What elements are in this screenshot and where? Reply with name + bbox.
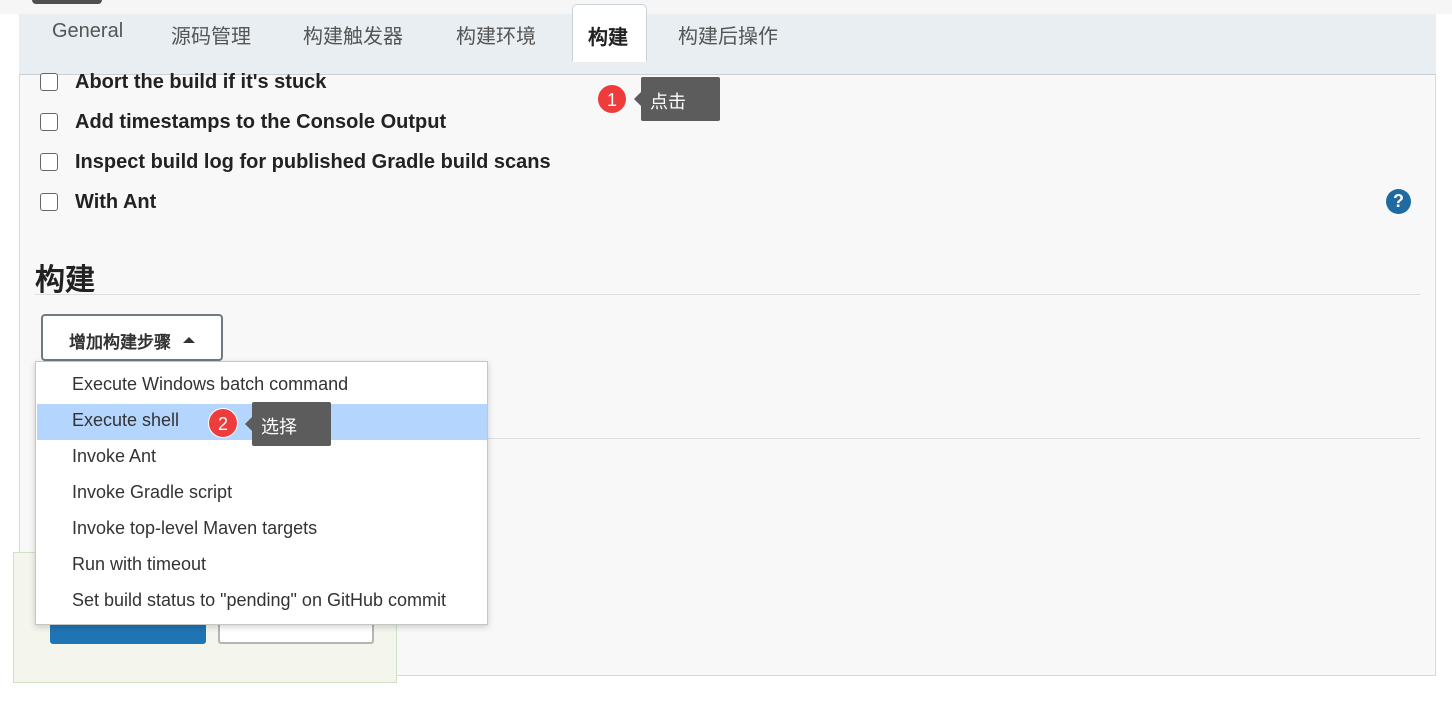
add-build-step-button[interactable]: 增加构建步骤 (41, 314, 223, 361)
annotation-tooltip: 选择 (245, 402, 331, 446)
menu-item-gradle-script[interactable]: Invoke Gradle script (37, 476, 487, 512)
top-strip (0, 0, 1452, 14)
tab-build-triggers[interactable]: 构建触发器 (303, 20, 403, 48)
option-label: Inspect build log for published Gradle b… (75, 151, 551, 173)
option-label: Abort the build if it's stuck (75, 71, 327, 93)
checkbox-icon[interactable] (40, 73, 58, 91)
checkbox-icon[interactable] (40, 153, 58, 171)
annotation-text: 点击 (650, 92, 686, 112)
menu-item-github-status[interactable]: Set build status to "pending" on GitHub … (37, 584, 487, 620)
section-divider (35, 294, 1420, 295)
tooltip-arrow (245, 417, 252, 431)
annotation-tooltip: 点击 (634, 77, 720, 121)
step-badge: 2 (208, 408, 238, 438)
section-title: 构建 (35, 264, 95, 297)
tab-post-build[interactable]: 构建后操作 (678, 20, 778, 48)
caret-up-icon (183, 337, 195, 343)
build-step-dropdown: Execute Windows batch command Execute sh… (35, 361, 488, 625)
option-label: Add timestamps to the Console Output (75, 111, 447, 133)
menu-item-maven-targets[interactable]: Invoke top-level Maven targets (37, 512, 487, 548)
tab-general[interactable]: General (52, 20, 123, 44)
cropped-header (32, 0, 102, 4)
checkbox-icon[interactable] (40, 193, 58, 211)
tab-source-control[interactable]: 源码管理 (171, 20, 251, 48)
annotation-text: 选择 (261, 417, 297, 437)
add-build-step-label: 增加构建步骤 (69, 333, 171, 352)
menu-item-windows-batch[interactable]: Execute Windows batch command (37, 368, 487, 404)
menu-item-run-timeout[interactable]: Run with timeout (37, 548, 487, 584)
option-label: With Ant (75, 191, 157, 213)
checkbox-icon[interactable] (40, 113, 58, 131)
step-badge: 1 (597, 84, 627, 114)
tab-build[interactable]: 构建 (572, 4, 647, 62)
tooltip-arrow (634, 92, 641, 106)
help-icon[interactable]: ? (1386, 189, 1411, 214)
tab-build-environment[interactable]: 构建环境 (456, 20, 536, 48)
divider (487, 438, 1420, 439)
